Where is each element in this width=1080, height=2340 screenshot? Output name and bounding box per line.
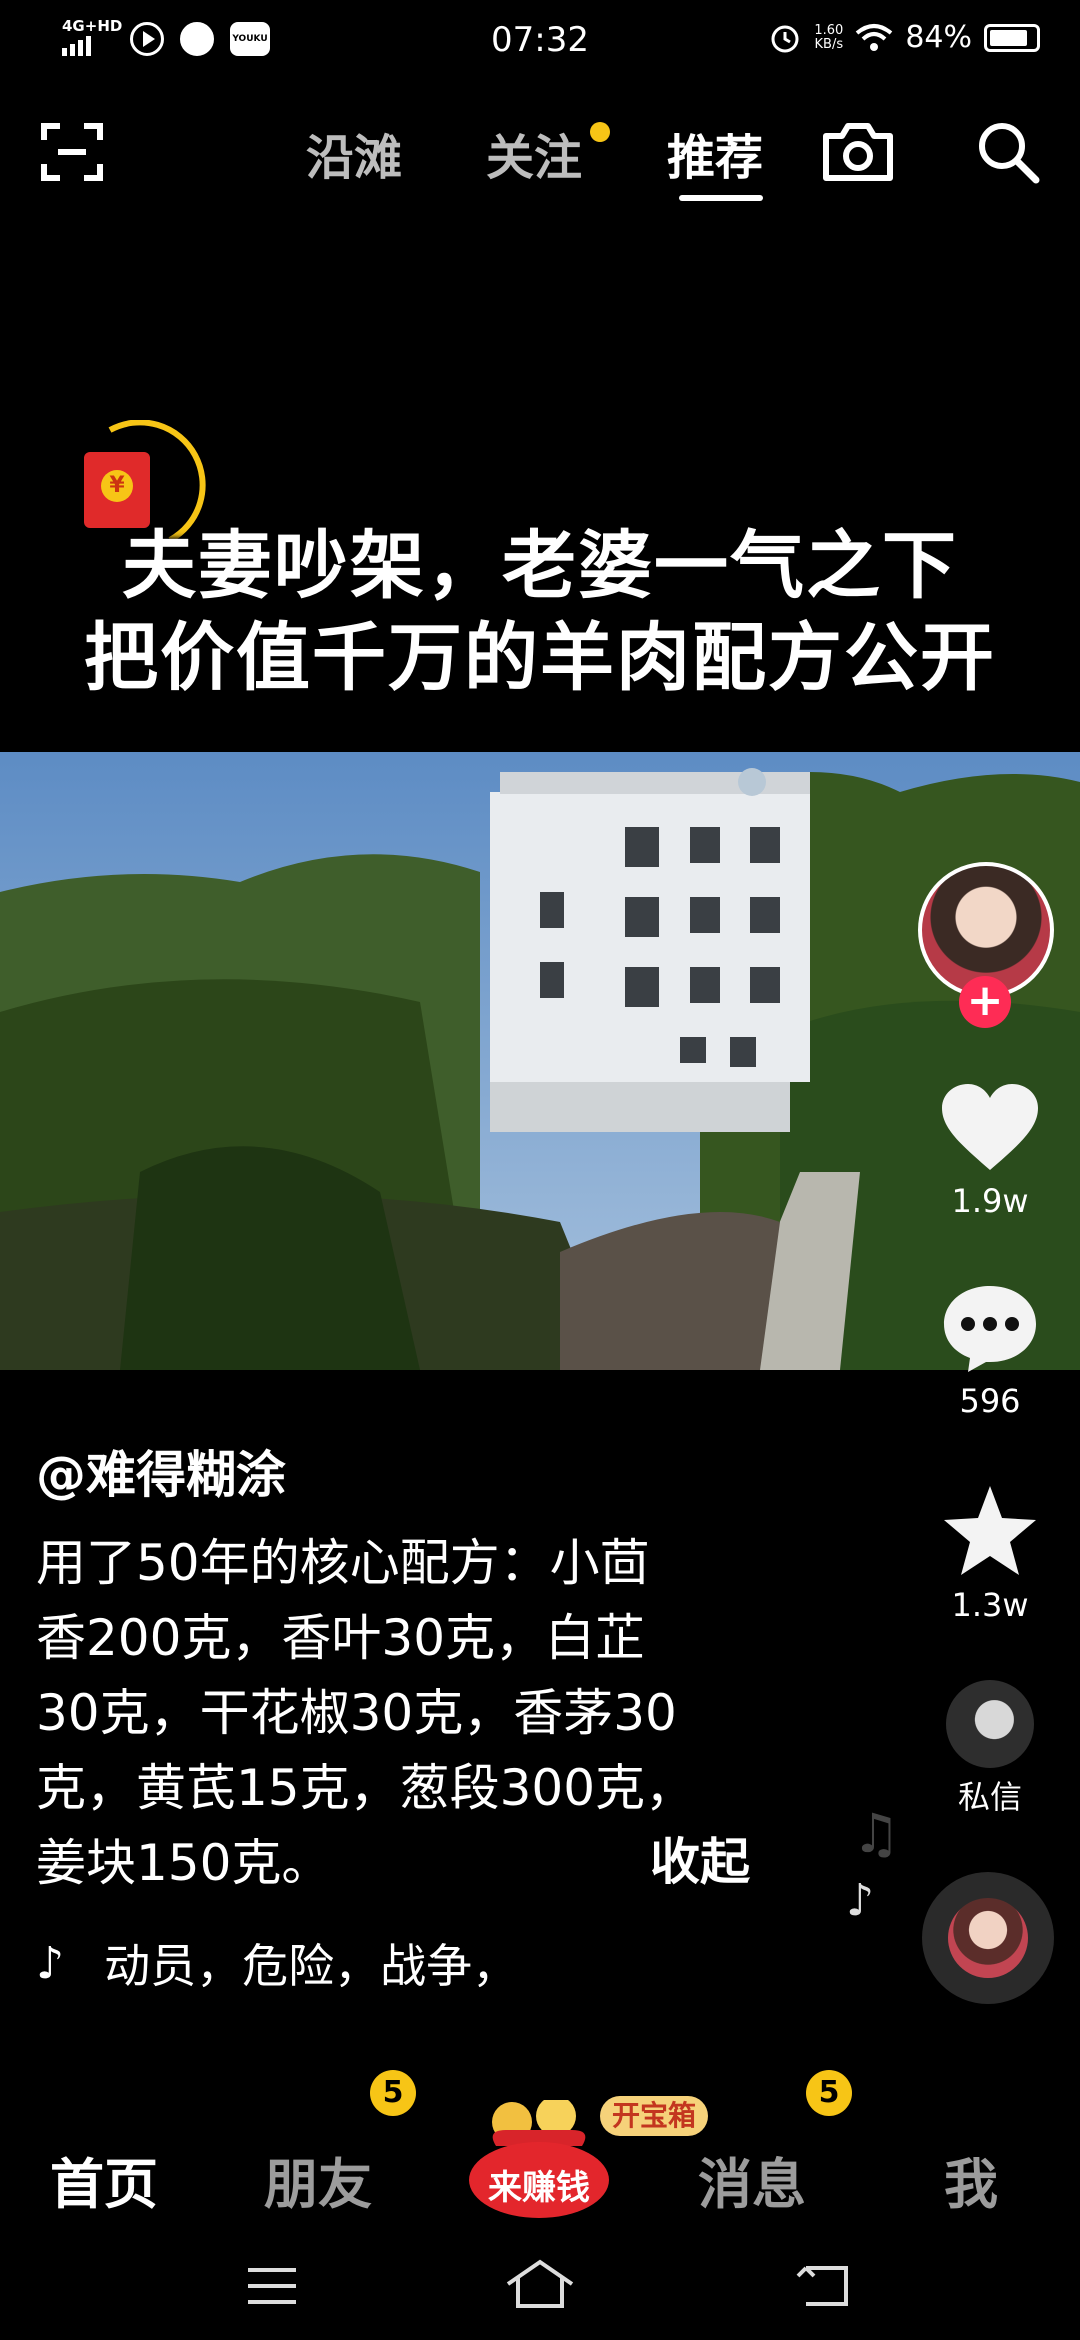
like-button[interactable]: 1.9w: [930, 1082, 1050, 1220]
headline-line-1: 夫妻吵架，老婆一气之下: [122, 523, 958, 609]
desc-line: 用了50年的核心配方：小茴: [36, 1534, 650, 1592]
wifi-icon: [856, 23, 893, 51]
tab-me[interactable]: 我: [944, 2140, 998, 2219]
tab-messages[interactable]: 消息: [698, 2140, 806, 2219]
desc-line: 30克，干花椒30克，香茅30: [36, 1684, 677, 1742]
music-disc-button[interactable]: [922, 1872, 1054, 2004]
camera-icon[interactable]: [820, 120, 896, 184]
messages-badge: 5: [806, 2070, 852, 2116]
top-nav: 沿滩 关注 推荐: [0, 100, 1080, 210]
favorite-count: 1.3w: [951, 1586, 1029, 1624]
alarm-icon: [771, 25, 799, 52]
system-nav: [0, 2240, 1080, 2340]
tab-friends[interactable]: 朋友: [264, 2140, 372, 2219]
treasure-tag[interactable]: 开宝箱: [600, 2096, 709, 2136]
comment-button[interactable]: 596: [930, 1282, 1050, 1420]
star-icon: [944, 1486, 1036, 1575]
back-icon[interactable]: [796, 2262, 852, 2310]
net-speed: 1.60 KB/s: [814, 22, 844, 52]
headline-line-2: 把价值千万的羊肉配方公开: [84, 615, 996, 701]
search-icon[interactable]: [974, 118, 1042, 186]
video-frame[interactable]: [0, 752, 1080, 1370]
dm-avatar: [946, 1680, 1034, 1768]
tab-home[interactable]: 首页: [50, 2140, 158, 2219]
red-packet-icon: ¥: [84, 452, 150, 528]
tab-recommend[interactable]: 推荐: [667, 118, 763, 188]
desc-line: 香200克，香叶30克，白芷: [36, 1609, 646, 1667]
heart-icon: [942, 1084, 1038, 1170]
video-headline: 夫妻吵架，老婆一气之下 把价值千万的羊肉配方公开: [0, 520, 1080, 704]
battery-icon: [984, 23, 1040, 52]
red-packet-symbol: ¥: [101, 470, 133, 502]
like-count: 1.9w: [951, 1182, 1029, 1220]
menu-icon[interactable]: [244, 2264, 300, 2308]
author-name[interactable]: @难得糊涂: [36, 1435, 286, 1507]
favorite-button[interactable]: 1.3w: [930, 1482, 1050, 1624]
battery-percent: 84%: [905, 20, 972, 55]
music-row[interactable]: ♪ 动员，危险，战争，: [36, 1930, 518, 1996]
home-icon[interactable]: [504, 2258, 576, 2310]
tab-local[interactable]: 沿滩: [306, 118, 402, 188]
desc-line: 姜块150克。: [36, 1834, 332, 1892]
tab-following[interactable]: 关注: [486, 118, 582, 188]
music-notes-icon: ♫ ♪: [846, 1802, 901, 1926]
dm-label: 私信: [957, 1778, 1022, 1816]
author-avatar-button[interactable]: +: [914, 862, 1060, 1028]
music-disc-cover: [948, 1898, 1028, 1978]
follow-plus-button[interactable]: +: [959, 976, 1011, 1028]
status-right: 1.60 KB/s 84%: [768, 20, 1040, 55]
earn-money-button[interactable]: 来赚钱: [466, 2096, 612, 2220]
net-speed-value: 1.60: [814, 22, 844, 38]
scan-icon[interactable]: [40, 120, 104, 184]
video-scene: [0, 752, 1080, 1370]
active-tab-indicator: [679, 195, 763, 201]
comment-icon: [944, 1286, 1036, 1372]
bottom-nav: 首页 朋友 5 来赚钱 开宝箱 消息 5 我: [0, 2060, 1080, 2218]
status-bar: 4G+HD YOUKU 07:32 1.60 KB/s 84%: [0, 0, 1080, 80]
music-tags: 动员，危险，战争，: [104, 1939, 519, 1993]
earn-label: 来赚钱: [488, 2168, 590, 2208]
direct-message-button[interactable]: 私信: [930, 1680, 1050, 1818]
net-speed-unit: KB/s: [814, 36, 844, 52]
post-description: 用了50年的核心配方：小茴 香200克，香叶30克，白芷 30克，干花椒30克，…: [36, 1526, 756, 1901]
comment-count: 596: [959, 1382, 1021, 1420]
tiktok-note-icon: ♪: [36, 1937, 65, 1989]
desc-line: 克，黄芪15克，葱段300克，: [36, 1759, 696, 1817]
collapse-button[interactable]: 收起: [650, 1822, 750, 1894]
following-dot: [590, 122, 610, 142]
friends-badge: 5: [370, 2070, 416, 2116]
